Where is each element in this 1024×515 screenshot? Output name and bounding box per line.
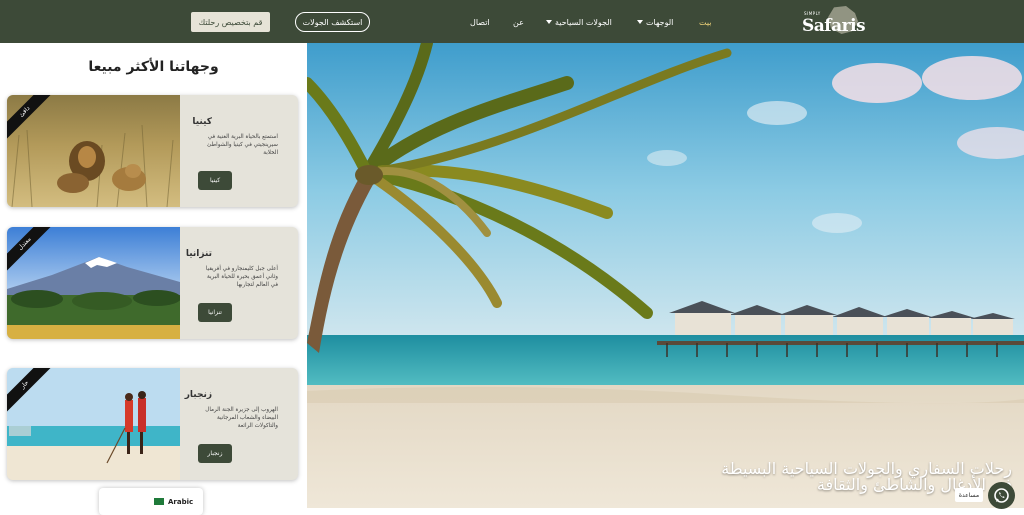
destination-card-kenya[interactable]: دافئ كينيا استمتع بالحياة البرية الغنية … xyxy=(7,95,298,207)
nav-contact[interactable]: اتصال xyxy=(470,14,490,30)
tanzania-button[interactable]: تنزانيا xyxy=(198,303,232,322)
destination-name: تنزانيا xyxy=(185,249,212,259)
destination-card-tanzania[interactable]: معتدل تنزانيا أعلى جبل كليمنجارو في أفري… xyxy=(7,227,298,339)
logo-main-text: Safaris xyxy=(802,16,866,36)
section-title: وجهاتنا الأكثر مبيعا xyxy=(88,59,219,75)
nav-tours[interactable]: الجولات السياحية xyxy=(546,14,612,30)
nav-home-label: بيت xyxy=(699,17,712,27)
destination-description: الهروب إلى جزيرة الجنة الرمال البيضاء وا… xyxy=(205,407,278,430)
explore-tours-button[interactable]: استكشف الجولات xyxy=(295,12,370,32)
chat-help-label[interactable]: مساعدة xyxy=(955,488,983,502)
destination-card-zanzibar[interactable]: حار زنجبار الهروب إلى جزيرة الجنة الرمال… xyxy=(7,368,298,480)
destination-name: كينيا xyxy=(192,117,212,127)
kenya-button[interactable]: كينيا xyxy=(198,171,232,190)
destination-description: استمتع بالحياة البرية الغنية في سيرينجيت… xyxy=(207,134,278,157)
nav-contact-label: اتصال xyxy=(470,17,490,27)
zanzibar-button[interactable]: زنجبار xyxy=(198,444,232,463)
kenya-lions-image: دافئ xyxy=(7,95,180,207)
language-label: Arabic xyxy=(168,497,194,506)
nav-destinations[interactable]: الوجهات xyxy=(637,14,673,30)
whatsapp-icon[interactable] xyxy=(988,482,1015,509)
site-header: قم بتخصيص رحلتك استكشف الجولات اتصال عن … xyxy=(0,0,1024,43)
nav-home[interactable]: بيت xyxy=(699,14,712,30)
beach-scene-image xyxy=(307,43,1024,508)
kilimanjaro-image: معتدل xyxy=(7,227,180,339)
bestselling-panel: وجهاتنا الأكثر مبيعا دافئ كينيا استمتع ب… xyxy=(0,43,307,515)
chevron-down-icon xyxy=(637,20,643,24)
customize-trip-button[interactable]: قم بتخصيص رحلتك xyxy=(191,12,270,32)
destination-description: أعلى جبل كليمنجارو في أفريقيا وثاني أعمق… xyxy=(205,266,278,289)
nav-about-label: عن xyxy=(513,17,524,27)
site-logo[interactable]: SIMPLY Safaris xyxy=(798,4,866,40)
nav-tours-label: الجولات السياحية xyxy=(555,17,612,27)
nav-destinations-label: الوجهات xyxy=(646,17,674,27)
destination-name: زنجبار xyxy=(184,390,212,400)
language-selector[interactable]: Arabic xyxy=(99,488,203,515)
hero-banner: رحلات السفاري والجولات السياحية البسيطة … xyxy=(307,43,1024,508)
nav-about[interactable]: عن xyxy=(513,14,524,30)
chevron-down-icon xyxy=(546,20,552,24)
saudi-flag-icon xyxy=(154,498,164,505)
zanzibar-beach-image: حار xyxy=(7,368,180,480)
bottom-strip xyxy=(307,508,1024,515)
